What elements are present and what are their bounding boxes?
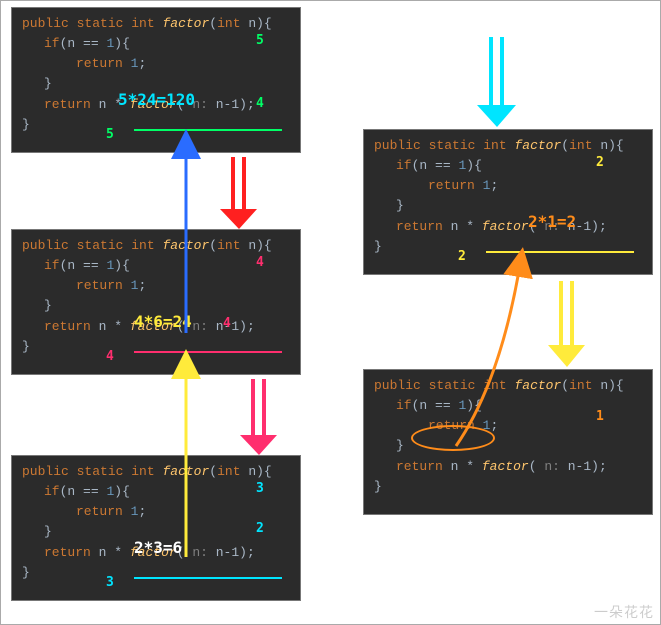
kw-static: static: [77, 16, 124, 31]
code-line: return n * factor( n: n-1);: [374, 457, 642, 477]
underline-5: [134, 129, 282, 131]
code-block-5: public static int factor(int n){ if(n ==…: [11, 7, 301, 153]
code-line: public static int factor(int n){: [374, 376, 642, 396]
code-block-1: public static int factor(int n){ if(n ==…: [363, 369, 653, 515]
code-line: if(n == 1){: [22, 256, 290, 276]
kw-public: public: [22, 16, 69, 31]
recursion-diagram: public static int factor(int n){ if(n ==…: [0, 0, 661, 625]
code-line: }: [22, 115, 290, 135]
watermark: 一朵花花: [594, 602, 654, 622]
anno-3-top: 3: [256, 481, 264, 496]
anno-2-bottom: 2: [458, 249, 466, 264]
anno-5-top: 5: [256, 33, 264, 48]
fn-name: factor: [162, 16, 209, 31]
underline-2: [486, 251, 634, 253]
calc-4: 4*6=24: [134, 312, 192, 331]
anno-5-mid: 4: [256, 96, 264, 111]
code-line: public static int factor(int n){: [374, 136, 642, 156]
code-line: return 1;: [22, 54, 290, 74]
code-line: }: [374, 477, 642, 497]
anno-2-top: 2: [596, 155, 604, 170]
anno-4-bottom: 4: [106, 349, 114, 364]
code-line: if(n == 1){: [22, 482, 290, 502]
code-line: }: [22, 337, 290, 357]
anno-3-bottom: 3: [106, 575, 114, 590]
code-line: public static int factor(int n){: [22, 462, 290, 482]
code-block-2: public static int factor(int n){ if(n ==…: [363, 129, 653, 275]
code-block-4: public static int factor(int n){ if(n ==…: [11, 229, 301, 375]
code-line: public static int factor(int n){: [22, 236, 290, 256]
code-line: if(n == 1){: [22, 34, 290, 54]
calc-3: 2*3=6: [134, 538, 182, 557]
code-line: public static int factor(int n){: [22, 14, 290, 34]
type-int: int: [131, 16, 154, 31]
anno-4-top: 4: [256, 255, 264, 270]
calc-2: 2*1=2: [528, 212, 576, 231]
anno-5-bottom: 5: [106, 127, 114, 142]
highlight-return-1: [411, 425, 495, 451]
code-line: return 1;: [22, 276, 290, 296]
calc-5: 5*24=120: [118, 90, 195, 109]
code-line: return 1;: [22, 502, 290, 522]
code-line: }: [374, 196, 642, 216]
underline-3: [134, 577, 282, 579]
code-line: }: [374, 237, 642, 257]
code-line: return n * factor( n: n-1);: [374, 217, 642, 237]
anno-1-top: 1: [596, 409, 604, 424]
code-line: return 1;: [374, 176, 642, 196]
underline-4: [134, 351, 282, 353]
anno-4-mid: 4: [223, 316, 231, 331]
code-line: }: [22, 563, 290, 583]
anno-3-mid: 2: [256, 521, 264, 536]
